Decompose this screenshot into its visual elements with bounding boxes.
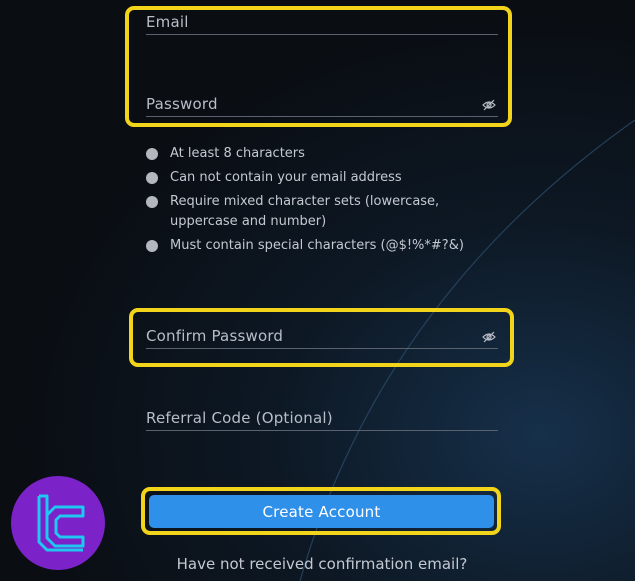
tc-logo-icon: [11, 476, 105, 570]
logo-glyph: [37, 494, 85, 552]
rule-bullet-icon: [146, 240, 158, 252]
rule-bullet-icon: [146, 148, 158, 160]
password-label: Password: [146, 95, 218, 113]
rule-text: Can not contain your email address: [170, 170, 402, 185]
referral-code-field[interactable]: Referral Code (Optional): [146, 404, 498, 431]
password-rule: At least 8 characters: [146, 144, 506, 164]
rule-text: Require mixed character sets (lowercase,…: [170, 194, 440, 229]
password-field[interactable]: Password: [146, 90, 498, 117]
rule-bullet-icon: [146, 196, 158, 208]
confirm-password-label: Confirm Password: [146, 327, 284, 345]
referral-code-label: Referral Code (Optional): [146, 409, 333, 427]
password-rule: Can not contain your email address: [146, 168, 506, 188]
confirm-password-field[interactable]: Confirm Password: [146, 322, 498, 349]
password-rule: Require mixed character sets (lowercase,…: [146, 192, 480, 232]
eye-slash-icon[interactable]: [482, 331, 496, 343]
rule-text: Must contain special characters (@$!%*#?…: [170, 238, 464, 253]
password-requirements: At least 8 characters Can not contain yo…: [146, 144, 506, 260]
rule-text: At least 8 characters: [170, 146, 305, 161]
eye-slash-icon[interactable]: [482, 99, 496, 111]
create-account-button[interactable]: Create Account: [149, 495, 494, 528]
email-field[interactable]: Email: [146, 8, 498, 35]
email-label: Email: [146, 13, 189, 31]
rule-bullet-icon: [146, 172, 158, 184]
password-rule: Must contain special characters (@$!%*#?…: [146, 236, 506, 256]
